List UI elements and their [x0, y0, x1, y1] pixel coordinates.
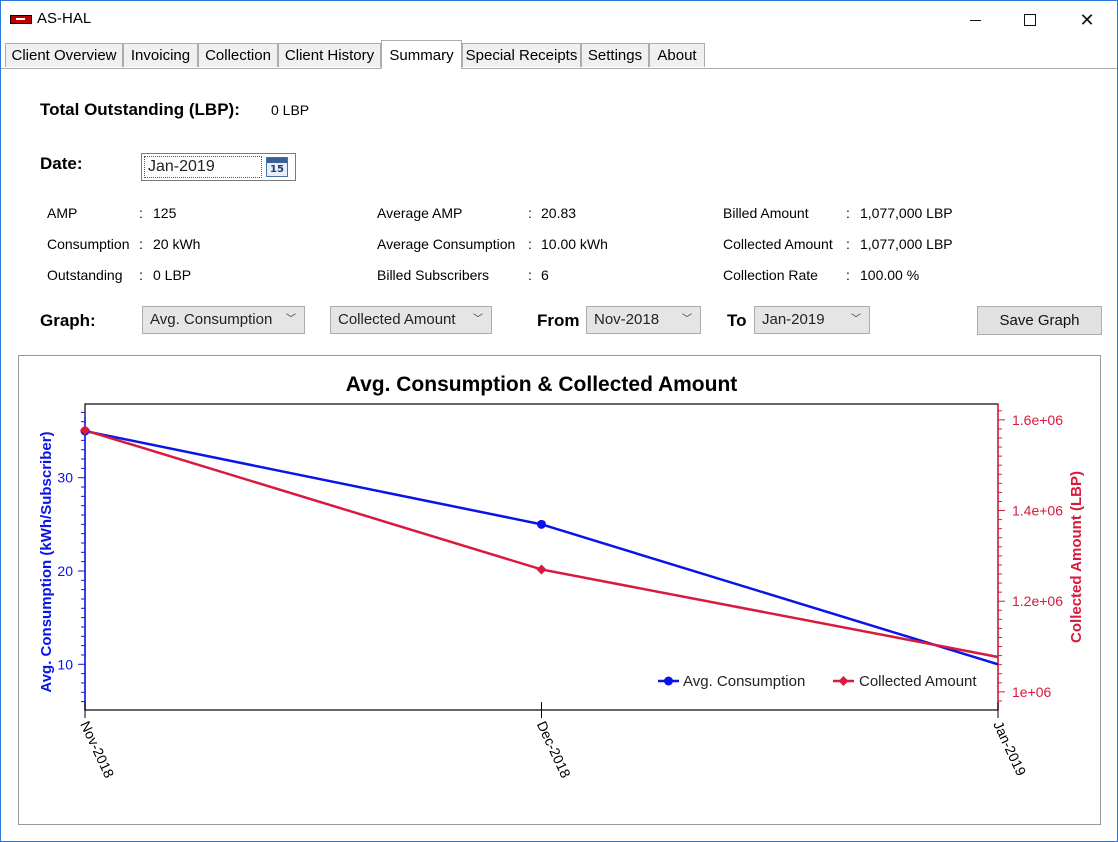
to-label: To — [727, 311, 747, 330]
stat-sep: : — [528, 236, 532, 252]
stat-sep: : — [528, 205, 532, 221]
stat-label-billed-subscribers: Billed Subscribers — [377, 267, 490, 283]
stat-label-average-consumption: Average Consumption — [377, 236, 516, 252]
chevron-down-icon: ﹀ — [851, 314, 861, 325]
tab-summary[interactable]: Summary — [381, 40, 462, 69]
stat-sep: : — [528, 267, 532, 283]
stat-label-billed-amount: Billed Amount — [723, 205, 809, 221]
minimize-button[interactable] — [946, 1, 1004, 39]
graph-label: Graph: — [40, 311, 96, 330]
calendar-icon[interactable]: 15 — [266, 157, 288, 177]
stat-label-amp: AMP — [47, 205, 78, 221]
save-graph-button[interactable]: Save Graph — [977, 306, 1102, 335]
stat-value-average-amp: 20.83 — [541, 205, 577, 221]
from-label: From — [537, 311, 580, 330]
close-icon: ✕ — [1079, 9, 1095, 31]
chart-frame — [18, 355, 1101, 825]
to-select[interactable]: Jan-2019 ﹀ — [754, 306, 870, 334]
from-select[interactable]: Nov-2018 ﹀ — [586, 306, 701, 334]
graph-series-1-value: Avg. Consumption — [150, 311, 273, 328]
stat-value-amp: 125 — [153, 205, 177, 221]
chevron-down-icon: ﹀ — [682, 314, 692, 325]
stat-sep: : — [139, 267, 143, 283]
date-input[interactable]: Jan-2019 — [144, 156, 262, 178]
stat-label-outstanding: Outstanding — [47, 267, 123, 283]
stat-value-collection-rate: 100.00 % — [860, 267, 920, 283]
title-bar: AS-HAL ✕ — [1, 1, 1117, 39]
calendar-icon-number: 15 — [270, 164, 284, 175]
date-label: Date: — [40, 154, 83, 173]
tab-client-overview[interactable]: Client Overview — [5, 43, 123, 67]
stat-sep: : — [846, 205, 850, 221]
stat-value-outstanding: 0 LBP — [153, 267, 192, 283]
total-outstanding-label: Total Outstanding (LBP): — [40, 100, 240, 119]
app-window: AS-HAL ✕ Client Overview Invoicing Colle… — [0, 0, 1118, 842]
graph-series-2-select[interactable]: Collected Amount ﹀ — [330, 306, 492, 334]
stat-value-consumption: 20 kWh — [153, 236, 201, 252]
graph-series-1-select[interactable]: Avg. Consumption ﹀ — [142, 306, 305, 334]
to-value: Jan-2019 — [762, 311, 825, 328]
stat-sep: : — [846, 267, 850, 283]
stat-value-average-consumption: 10.00 kWh — [541, 236, 608, 252]
stat-value-billed-amount: 1,077,000 LBP — [860, 205, 953, 221]
tab-about[interactable]: About — [649, 43, 705, 67]
tab-invoicing[interactable]: Invoicing — [123, 43, 198, 67]
chevron-down-icon: ﹀ — [286, 314, 296, 325]
tab-settings[interactable]: Settings — [581, 43, 649, 67]
graph-series-2-value: Collected Amount — [338, 311, 456, 328]
app-logo-icon — [10, 15, 32, 24]
tab-special-receipts[interactable]: Special Receipts — [462, 43, 581, 67]
stat-sep: : — [139, 205, 143, 221]
tab-client-history[interactable]: Client History — [278, 43, 381, 67]
stat-label-consumption: Consumption — [47, 236, 130, 252]
total-outstanding-value: 0 LBP — [271, 102, 310, 118]
stat-label-collected-amount: Collected Amount — [723, 236, 833, 252]
date-picker[interactable]: Jan-2019 15 — [141, 153, 296, 181]
stat-sep: : — [846, 236, 850, 252]
tab-strip: Client Overview Invoicing Collection Cli… — [1, 40, 1117, 69]
maximize-icon — [1024, 14, 1036, 26]
chevron-down-icon: ﹀ — [473, 314, 483, 325]
from-value: Nov-2018 — [594, 311, 660, 328]
stat-value-billed-subscribers: 6 — [541, 267, 549, 283]
stat-label-average-amp: Average AMP — [377, 205, 463, 221]
window-title: AS-HAL — [37, 10, 92, 27]
tab-collection[interactable]: Collection — [198, 43, 278, 67]
minimize-icon — [969, 19, 981, 21]
maximize-button[interactable] — [1001, 1, 1059, 39]
stat-value-collected-amount: 1,077,000 LBP — [860, 236, 953, 252]
close-button[interactable]: ✕ — [1058, 1, 1116, 39]
stat-sep: : — [139, 236, 143, 252]
stat-label-collection-rate: Collection Rate — [723, 267, 818, 283]
